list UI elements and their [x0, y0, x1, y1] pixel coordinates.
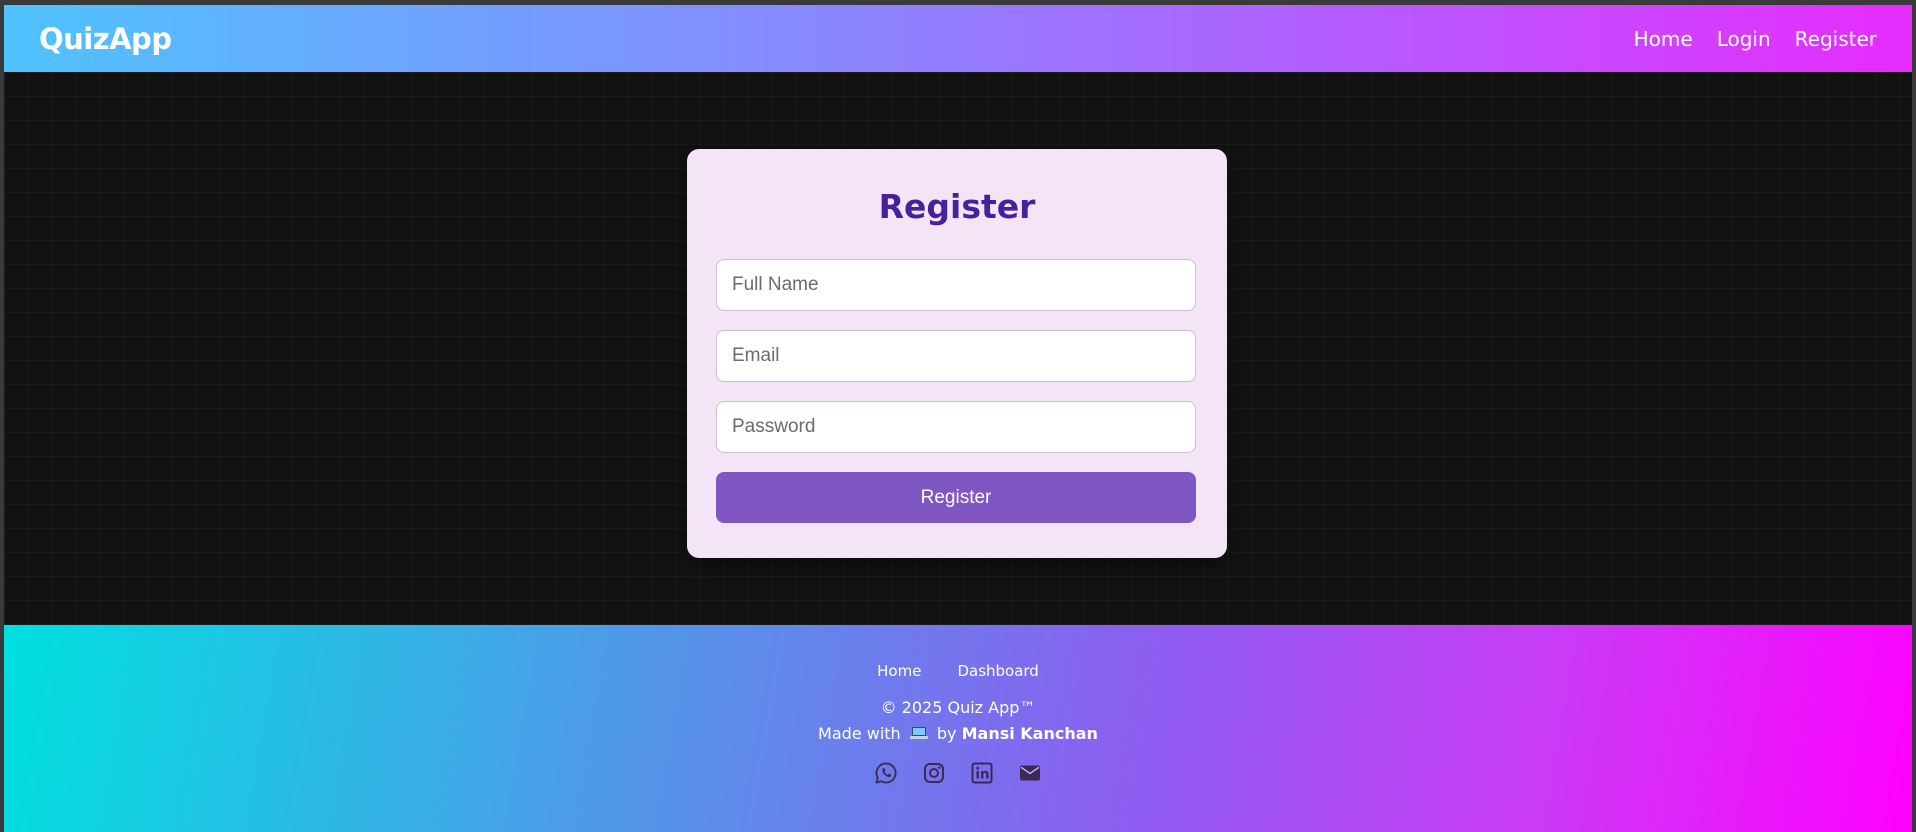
- footer-links: Home Dashboard: [4, 662, 1912, 680]
- author-name: Mansi Kanchan: [961, 724, 1098, 743]
- full-name-input[interactable]: [716, 259, 1196, 311]
- footer: Home Dashboard © 2025 Quiz App™ Made wit…: [4, 625, 1912, 832]
- nav-link-login[interactable]: Login: [1717, 27, 1771, 51]
- made-with-credit: Made with by Mansi Kanchan: [4, 724, 1912, 743]
- nav-link-home[interactable]: Home: [1634, 27, 1693, 51]
- register-card: Register Register: [687, 149, 1227, 558]
- footer-link-dashboard[interactable]: Dashboard: [957, 662, 1038, 680]
- main-content: Register Register: [4, 72, 1912, 625]
- navbar: QuizApp Home Login Register: [4, 5, 1912, 72]
- made-with-label: Made with: [818, 724, 901, 743]
- social-links: [4, 761, 1912, 785]
- email-input[interactable]: [716, 330, 1196, 382]
- laptop-icon: [909, 725, 929, 741]
- linkedin-icon[interactable]: [970, 761, 994, 785]
- browser-viewport: QuizApp Home Login Register Register Reg…: [4, 5, 1912, 832]
- made-with-by: by: [936, 724, 957, 743]
- whatsapp-icon[interactable]: [874, 761, 898, 785]
- instagram-icon[interactable]: [922, 761, 946, 785]
- brand-logo[interactable]: QuizApp: [39, 22, 172, 56]
- password-input[interactable]: [716, 401, 1196, 453]
- nav-links: Home Login Register: [1634, 27, 1877, 51]
- register-title: Register: [878, 187, 1036, 226]
- nav-link-register[interactable]: Register: [1795, 27, 1877, 51]
- envelope-icon[interactable]: [1018, 761, 1042, 785]
- register-submit-button[interactable]: Register: [716, 472, 1196, 523]
- footer-link-home[interactable]: Home: [877, 662, 921, 680]
- copyright-text: © 2025 Quiz App™: [880, 698, 1036, 717]
